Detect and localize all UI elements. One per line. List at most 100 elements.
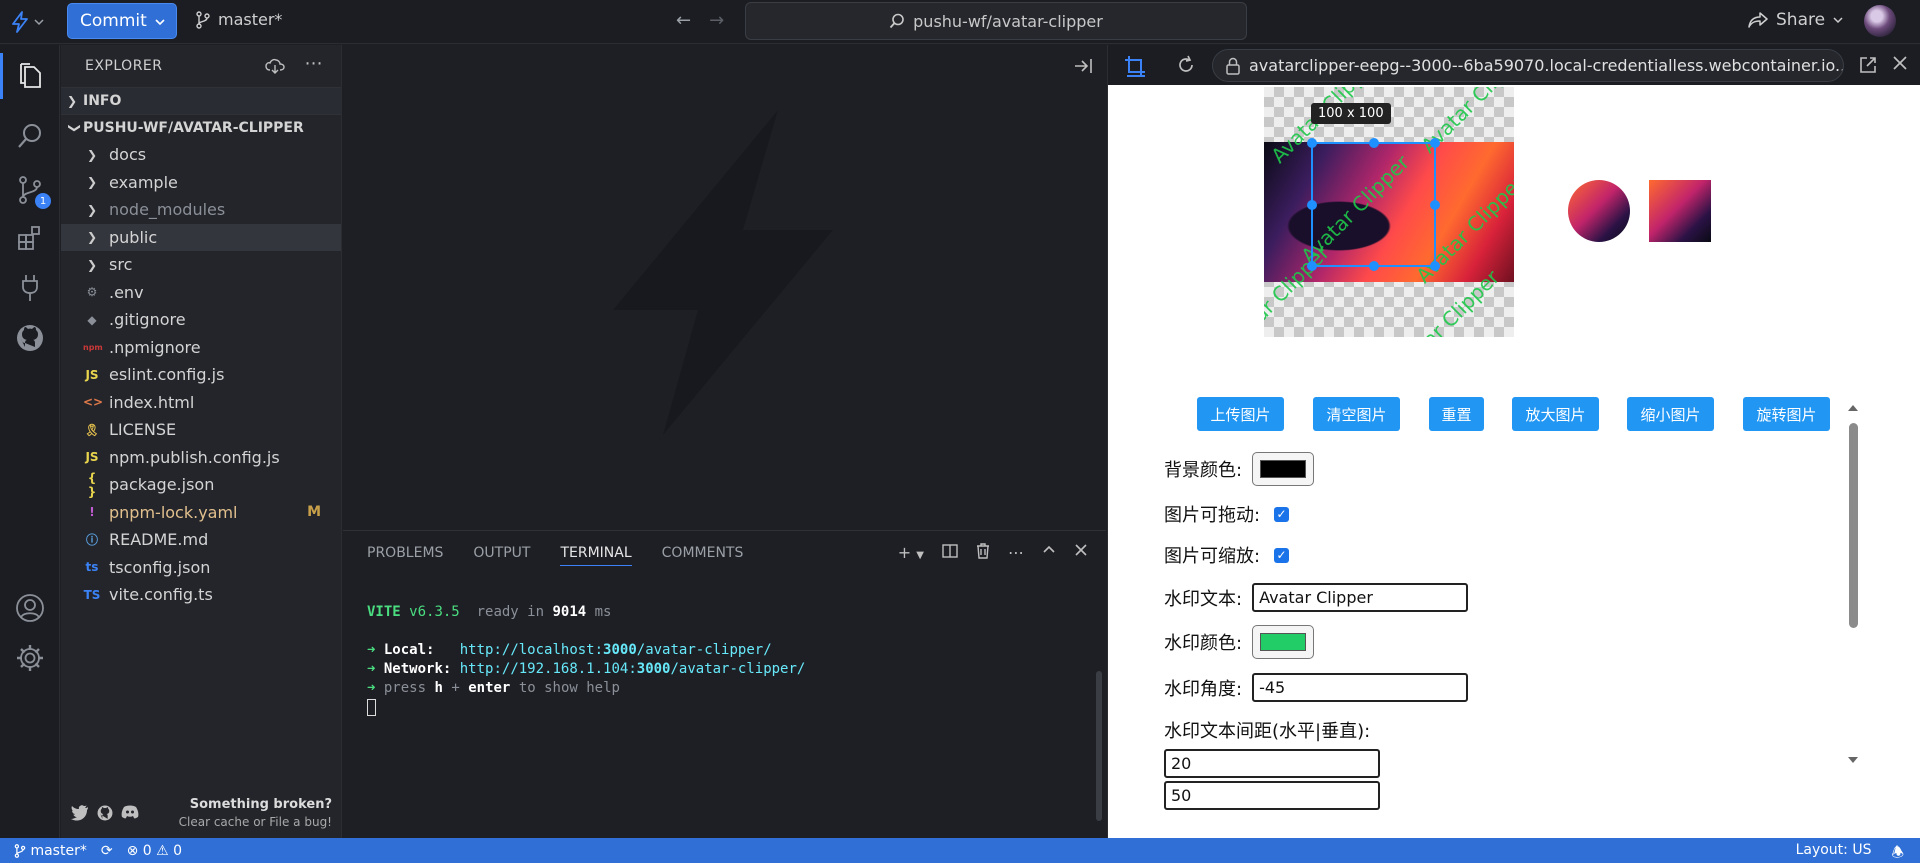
wm-color-picker[interactable] (1252, 625, 1315, 659)
forward-arrow-icon[interactable]: → (709, 10, 724, 31)
bell-icon[interactable]: 🕭 (1891, 842, 1904, 863)
terminal-output[interactable]: VITE v6.3.5 ready in 9014 ms ➜ Local: ht… (367, 603, 805, 717)
status-problems[interactable]: ⊗ 0 ⚠ 0 (127, 843, 183, 859)
image-cropper[interactable]: Avatar Clipper Avatar Clipper Avatar Cli… (1264, 87, 1514, 337)
tab-comments[interactable]: COMMENTS (662, 545, 744, 561)
terminal-scrollbar[interactable] (1096, 591, 1104, 831)
upload-image-button[interactable]: 上传图片 (1197, 397, 1284, 431)
tree-item[interactable]: { } package.json (61, 471, 341, 499)
external-link-icon[interactable] (1858, 55, 1878, 75)
bug-report-link[interactable]: Something broken? Clear cache or File a … (179, 797, 332, 830)
network-url-b[interactable]: /avatar-clipper/ (670, 661, 805, 677)
share-button[interactable]: Share (1748, 10, 1843, 30)
chevron-up-icon[interactable] (1042, 543, 1056, 557)
crop-handle[interactable] (1430, 261, 1440, 271)
wm-text-input[interactable]: Avatar Clipper (1252, 583, 1469, 612)
section-info[interactable]: ❯ INFO (61, 87, 341, 114)
clear-image-button[interactable]: 清空图片 (1313, 397, 1400, 431)
tab-problems[interactable]: PROBLEMS (367, 545, 443, 561)
tree-item[interactable]: ◆ .gitignore (61, 306, 341, 334)
source-control-icon[interactable]: 1 (13, 173, 51, 209)
plug-icon[interactable] (13, 271, 47, 305)
tree-item[interactable]: JS eslint.config.js (61, 361, 341, 389)
account-icon[interactable] (13, 591, 47, 625)
zoom-out-button[interactable]: 缩小图片 (1627, 397, 1714, 431)
crop-selection-box[interactable] (1307, 138, 1440, 271)
status-branch[interactable]: master* (14, 843, 87, 859)
extensions-icon[interactable] (13, 221, 47, 255)
github-icon[interactable] (13, 321, 47, 355)
back-arrow-icon[interactable]: ← (676, 10, 691, 31)
close-icon[interactable] (1892, 55, 1908, 71)
crop-handle[interactable] (1430, 200, 1440, 210)
zoom-in-button[interactable]: 放大图片 (1512, 397, 1599, 431)
tab-output[interactable]: OUTPUT (473, 545, 530, 561)
twitter-icon[interactable] (71, 805, 89, 821)
crop-handle[interactable] (1307, 200, 1317, 210)
section-project[interactable]: ❯ PUSHU-WF/AVATAR-CLIPPER (61, 114, 341, 141)
user-avatar[interactable] (1864, 5, 1896, 37)
files-icon[interactable] (13, 59, 47, 93)
crop-handle[interactable] (1307, 138, 1317, 148)
bg-color-picker[interactable] (1252, 452, 1315, 486)
scroll-thumb[interactable] (1849, 423, 1858, 628)
split-terminal-icon[interactable] (942, 543, 958, 559)
scroll-up-icon[interactable] (1846, 403, 1860, 413)
refresh-icon[interactable] (1176, 55, 1196, 75)
bolt-menu-button[interactable] (10, 8, 54, 36)
close-icon[interactable] (1074, 543, 1088, 557)
commit-button[interactable]: Commit (67, 3, 177, 39)
tree-item[interactable]: ❯ public (61, 223, 341, 251)
gear-icon[interactable] (13, 641, 47, 675)
network-url-a[interactable]: http://192.168.1.104: (460, 661, 637, 677)
tree-item[interactable]: ❯ src (61, 251, 341, 279)
draggable-checkbox[interactable]: ✓ (1274, 506, 1290, 522)
github-icon[interactable] (97, 805, 113, 821)
tree-item[interactable]: ❯ docs (61, 141, 341, 169)
tree-item[interactable]: <> index.html (61, 389, 341, 417)
crop-handle[interactable] (1430, 138, 1440, 148)
share-icon (1748, 12, 1768, 28)
sync-icon[interactable]: ⟳ (101, 843, 113, 859)
crop-handle[interactable] (1307, 261, 1317, 271)
crop-handle[interactable] (1369, 138, 1379, 148)
form-scrollbar[interactable] (1846, 403, 1860, 763)
crop-handle[interactable] (1369, 261, 1379, 271)
new-terminal-icon[interactable]: + ▼ (898, 543, 924, 562)
local-url-b[interactable]: /avatar-clipper/ (637, 642, 772, 658)
more-icon[interactable]: ⋯ (1008, 543, 1024, 562)
local-port[interactable]: 3000 (603, 642, 637, 658)
rotate-image-button[interactable]: 旋转图片 (1743, 397, 1830, 431)
project-search-bar[interactable]: pushu-wf/avatar-clipper (745, 2, 1247, 40)
tree-item[interactable]: TS vite.config.ts (61, 581, 341, 609)
keyboard-layout[interactable]: Layout: US (1796, 842, 1872, 863)
wm-gap-v-input[interactable]: 50 (1164, 781, 1380, 810)
tree-item[interactable]: ❯ node_modules (61, 196, 341, 224)
branch-selector[interactable]: master* (196, 10, 282, 29)
tree-item[interactable]: ⓘ README.md (61, 526, 341, 554)
tree-item[interactable]: ❯ example (61, 169, 341, 197)
tree-item[interactable]: npm .npmignore (61, 334, 341, 362)
cloud-download-icon[interactable] (264, 57, 285, 75)
wm-gap-h-input[interactable]: 20 (1164, 749, 1380, 778)
zoomable-checkbox[interactable]: ✓ (1274, 547, 1290, 563)
tree-item[interactable]: ts tsconfig.json (61, 554, 341, 582)
discord-icon[interactable] (121, 805, 139, 819)
tree-item[interactable]: ! pnpm-lock.yaml M (61, 499, 341, 527)
tree-item[interactable]: ⚙ .env (61, 279, 341, 307)
wm-angle-input[interactable]: -45 (1252, 673, 1469, 702)
scroll-thumb[interactable] (1096, 671, 1102, 821)
reset-button[interactable]: 重置 (1429, 397, 1484, 431)
search-icon[interactable] (13, 119, 47, 153)
collapse-panel-icon[interactable] (1074, 57, 1094, 75)
tree-item[interactable]: JS npm.publish.config.js (61, 444, 341, 472)
local-url-a[interactable]: http://localhost: (460, 642, 603, 658)
tab-terminal[interactable]: TERMINAL (560, 545, 632, 566)
more-icon[interactable]: ⋯ (305, 55, 324, 75)
preview-url-bar[interactable]: avatarclipper-eepg--3000--6ba59070.local… (1212, 49, 1844, 82)
network-port[interactable]: 3000 (637, 661, 671, 677)
trash-icon[interactable] (976, 543, 990, 559)
crop-icon[interactable] (1124, 55, 1146, 77)
tree-item[interactable]: 🎗 LICENSE (61, 416, 341, 444)
scroll-down-icon[interactable] (1846, 755, 1860, 765)
